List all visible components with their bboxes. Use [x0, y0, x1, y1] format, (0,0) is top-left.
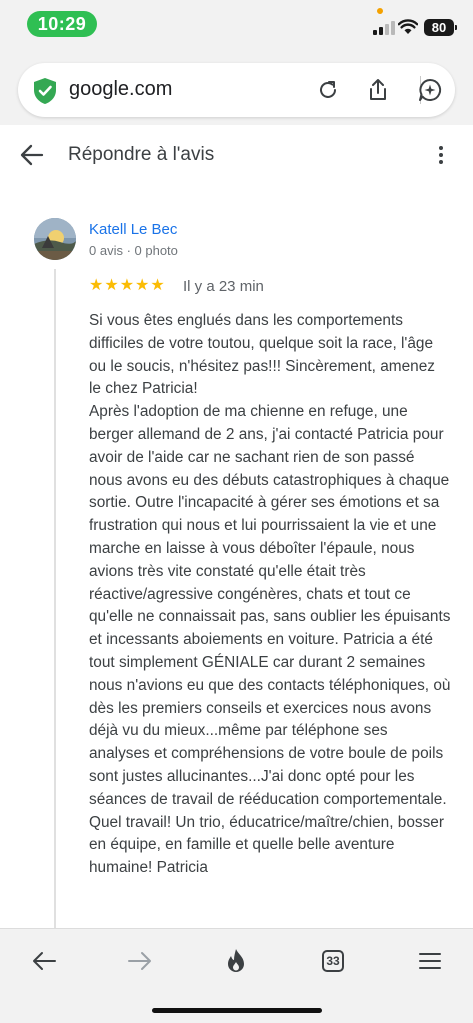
- reload-button[interactable]: [312, 74, 344, 106]
- share-icon: [370, 79, 386, 100]
- forward-icon: [128, 952, 151, 970]
- assistant-button[interactable]: [414, 74, 446, 106]
- review-text: Si vous êtes englués dans les comporteme…: [89, 312, 451, 877]
- home-indicator: [152, 1008, 322, 1013]
- page-header: Répondre à l'avis: [0, 125, 473, 185]
- back-arrow-icon[interactable]: [20, 144, 44, 166]
- flame-button[interactable]: [218, 945, 254, 977]
- url-text[interactable]: google.com: [69, 78, 172, 101]
- page-title: Répondre à l'avis: [68, 144, 215, 165]
- share-button[interactable]: [362, 74, 394, 106]
- wifi-icon: [398, 19, 418, 34]
- thread-line: [54, 269, 56, 928]
- reviewer-name[interactable]: Katell Le Bec: [89, 221, 177, 238]
- flame-icon: [228, 949, 244, 972]
- avatar-image: [34, 218, 76, 260]
- status-time: 10:29: [27, 11, 97, 37]
- browser-window: 10:29 80 google.com Répondre à l'avis Ka…: [0, 0, 473, 1023]
- signal-icon: [373, 21, 395, 35]
- back-icon: [33, 952, 56, 970]
- reload-icon: [320, 81, 336, 98]
- back-button[interactable]: [26, 945, 62, 977]
- more-options-icon[interactable]: [430, 143, 452, 167]
- assistant-icon: [419, 78, 442, 101]
- tabs-button[interactable]: 33: [315, 945, 351, 977]
- recording-dot-icon: [377, 8, 383, 14]
- status-bar: 10:29 80: [0, 0, 473, 48]
- tabs-icon: 33: [322, 950, 344, 972]
- reviewer-meta: 0 avis · 0 photo: [89, 243, 178, 258]
- menu-icon: [419, 953, 441, 969]
- shield-check-icon: [34, 78, 56, 104]
- page-content: Répondre à l'avis Katell Le Bec 0 avis ·…: [0, 125, 473, 928]
- avatar[interactable]: [34, 218, 76, 260]
- forward-button[interactable]: [122, 945, 158, 977]
- address-bar[interactable]: google.com: [18, 63, 455, 117]
- star-rating: ★★★★★: [89, 277, 166, 294]
- review-time: Il y a 23 min: [183, 278, 264, 295]
- menu-button[interactable]: [412, 945, 448, 977]
- battery-indicator: 80: [424, 19, 457, 36]
